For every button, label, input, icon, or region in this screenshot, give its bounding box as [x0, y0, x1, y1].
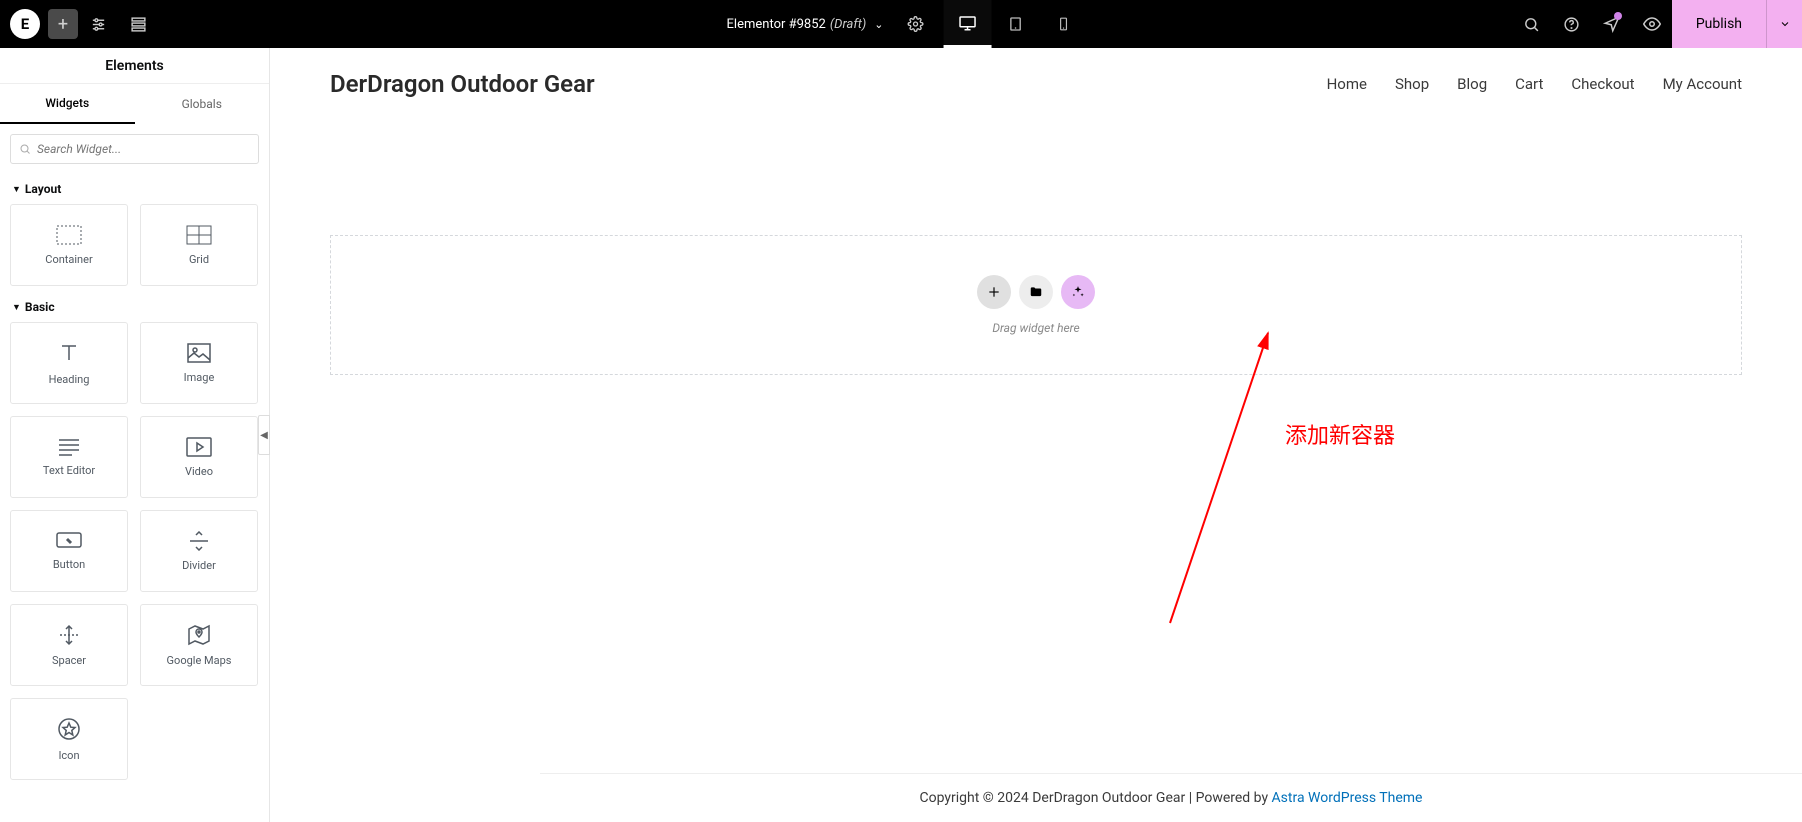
device-tablet[interactable] [991, 0, 1039, 48]
doc-title-status: (Draft) [830, 17, 866, 32]
nav-account[interactable]: My Account [1663, 75, 1742, 93]
search-wrap [0, 124, 269, 174]
page-header: DerDragon Outdoor Gear Home Shop Blog Ca… [270, 48, 1802, 120]
widget-video[interactable]: Video [140, 416, 258, 498]
doc-title-text: Elementor #9852 [727, 17, 826, 32]
page-settings-icon[interactable] [895, 0, 935, 48]
sidebar-tabs: Widgets Globals [0, 84, 269, 124]
grid-icon [186, 225, 212, 245]
tab-globals[interactable]: Globals [135, 84, 270, 124]
basic-widgets: Heading Image Text Editor Video Button D… [0, 322, 269, 786]
page-footer: Copyright © 2024 DerDragon Outdoor Gear … [540, 773, 1802, 822]
sidebar-header: Elements [0, 48, 269, 84]
main-layout: Elements Widgets Globals ▼Layout Contain… [0, 48, 1802, 822]
widget-grid[interactable]: Grid [140, 204, 258, 286]
nav-home[interactable]: Home [1327, 75, 1367, 93]
top-center: Elementor #9852 (Draft) ⌄ [715, 0, 1088, 48]
text-editor-icon [57, 438, 81, 456]
preview-icon[interactable] [1632, 0, 1672, 48]
device-mobile[interactable] [1039, 0, 1087, 48]
container-icon [56, 225, 82, 245]
top-right: Publish [1512, 0, 1802, 48]
notification-dot [1614, 12, 1622, 20]
canvas: DerDragon Outdoor Gear Home Shop Blog Ca… [270, 48, 1802, 822]
widget-spacer[interactable]: Spacer [10, 604, 128, 686]
search-box[interactable] [10, 134, 259, 164]
publish-button[interactable]: Publish [1672, 0, 1766, 48]
document-title[interactable]: Elementor #9852 (Draft) ⌄ [715, 17, 896, 32]
sidebar-collapse[interactable]: ◀ [258, 415, 270, 455]
star-icon [57, 717, 81, 741]
footer-link[interactable]: Astra WordPress Theme [1272, 790, 1423, 806]
publish-dropdown[interactable] [1766, 0, 1802, 48]
add-container-button[interactable] [977, 275, 1011, 309]
notifications-icon[interactable] [1592, 0, 1632, 48]
video-icon [186, 437, 212, 457]
device-desktop[interactable] [943, 0, 991, 48]
nav-blog[interactable]: Blog [1457, 75, 1487, 93]
heading-icon [57, 341, 81, 365]
search-input[interactable] [37, 142, 250, 156]
button-icon [56, 532, 82, 550]
add-element-button[interactable]: + [48, 9, 78, 39]
widget-container[interactable]: Container [10, 204, 128, 286]
template-library-button[interactable] [1019, 275, 1053, 309]
spacer-icon [58, 624, 80, 646]
caret-down-icon: ▼ [12, 302, 21, 313]
help-icon[interactable] [1552, 0, 1592, 48]
divider-icon [188, 531, 210, 551]
search-icon [19, 143, 31, 155]
device-tabs [943, 0, 1087, 48]
sidebar: Elements Widgets Globals ▼Layout Contain… [0, 48, 270, 822]
widget-texteditor[interactable]: Text Editor [10, 416, 128, 498]
elementor-logo[interactable]: E [10, 9, 40, 39]
tab-widgets[interactable]: Widgets [0, 84, 135, 124]
widget-googlemaps[interactable]: Google Maps [140, 604, 258, 686]
site-title[interactable]: DerDragon Outdoor Gear [330, 70, 595, 98]
drop-zone[interactable]: Drag widget here [330, 235, 1742, 375]
section-basic[interactable]: ▼Basic [0, 292, 269, 322]
annotation-text: 添加新容器 [1285, 418, 1395, 450]
nav-checkout[interactable]: Checkout [1571, 75, 1634, 93]
caret-down-icon: ▼ [12, 184, 21, 195]
chevron-down-icon: ⌄ [874, 18, 883, 31]
finder-search-icon[interactable] [1512, 0, 1552, 48]
dropzone-buttons [977, 275, 1095, 309]
widget-button[interactable]: Button [10, 510, 128, 592]
footer-text: Copyright © 2024 DerDragon Outdoor Gear … [920, 790, 1272, 806]
top-bar: E + Elementor #9852 (Draft) ⌄ [0, 0, 1802, 48]
nav-shop[interactable]: Shop [1395, 75, 1429, 93]
drop-hint: Drag widget here [992, 321, 1079, 335]
widget-divider[interactable]: Divider [140, 510, 258, 592]
layout-widgets: Container Grid [0, 204, 269, 292]
nav-menu: Home Shop Blog Cart Checkout My Account [1327, 75, 1742, 93]
structure-icon[interactable] [118, 0, 158, 48]
widget-heading[interactable]: Heading [10, 322, 128, 404]
ai-button[interactable] [1061, 275, 1095, 309]
widget-icon[interactable]: Icon [10, 698, 128, 780]
widget-image[interactable]: Image [140, 322, 258, 404]
section-layout[interactable]: ▼Layout [0, 174, 269, 204]
settings-sliders-icon[interactable] [78, 0, 118, 48]
map-icon [187, 624, 211, 646]
nav-cart[interactable]: Cart [1515, 75, 1543, 93]
image-icon [187, 343, 211, 363]
